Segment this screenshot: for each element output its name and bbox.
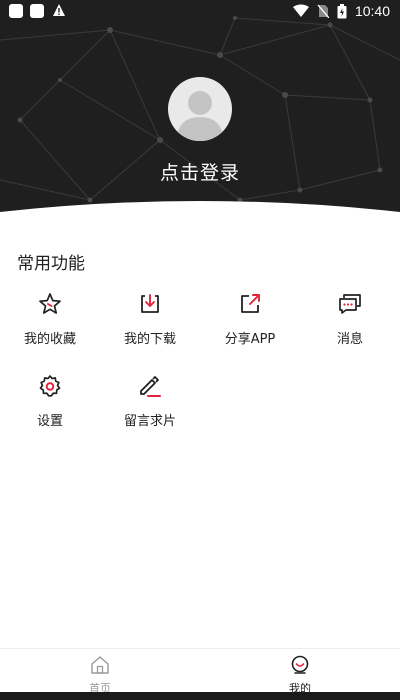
messages-button[interactable]: 消息 bbox=[300, 292, 400, 372]
bottom-tab-bar: 首页 我的 bbox=[0, 648, 400, 695]
favorites-label: 我的收藏 bbox=[23, 332, 76, 347]
star-icon bbox=[39, 293, 61, 314]
downloads-label: 我的下载 bbox=[123, 332, 176, 347]
downloads-button[interactable]: 我的下载 bbox=[100, 292, 200, 372]
download-icon bbox=[141, 294, 159, 313]
default-avatar-icon bbox=[176, 91, 224, 141]
gear-icon bbox=[39, 375, 61, 397]
status-bar: 10:40 bbox=[0, 0, 400, 24]
message-icon bbox=[339, 294, 361, 314]
share-icon bbox=[241, 294, 260, 313]
edit-icon bbox=[140, 376, 161, 397]
request-film-button[interactable]: 留言求片 bbox=[100, 374, 200, 454]
wifi-icon bbox=[292, 4, 309, 17]
messages-label: 消息 bbox=[336, 332, 363, 347]
home-icon bbox=[91, 656, 109, 674]
section-title: 常用功能 bbox=[17, 254, 85, 274]
favorites-button[interactable]: 我的收藏 bbox=[0, 292, 100, 372]
notification-icon bbox=[9, 4, 23, 18]
warning-icon bbox=[53, 4, 65, 16]
notification-icon bbox=[30, 4, 44, 18]
system-nav-bar bbox=[0, 692, 400, 700]
profile-icon bbox=[291, 655, 309, 674]
settings-button[interactable]: 设置 bbox=[0, 374, 100, 454]
clock: 10:40 bbox=[354, 3, 390, 19]
login-link[interactable]: 点击登录 bbox=[0, 158, 400, 185]
tab-home[interactable]: 首页 bbox=[0, 649, 200, 695]
settings-label: 设置 bbox=[36, 414, 63, 429]
no-sim-icon bbox=[317, 4, 329, 18]
profile-header: 10:40 点击登录 bbox=[0, 0, 400, 230]
avatar[interactable] bbox=[168, 77, 232, 141]
share-app-button[interactable]: 分享APP bbox=[200, 292, 300, 372]
share-app-label: 分享APP bbox=[224, 332, 276, 347]
tab-mine[interactable]: 我的 bbox=[200, 649, 400, 695]
battery-icon bbox=[337, 3, 347, 18]
request-film-label: 留言求片 bbox=[123, 414, 176, 429]
